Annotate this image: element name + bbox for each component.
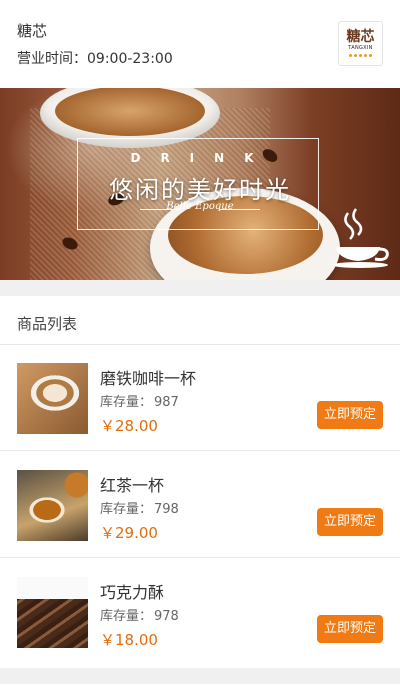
banner-slogan: 悠闲的美好时光 <box>109 176 291 204</box>
product-image-latte <box>17 363 88 434</box>
product-price: ￥28.00 <box>100 417 158 435</box>
hours-value: 09:00-23:00 <box>87 51 173 67</box>
product-price: ￥18.00 <box>100 631 158 649</box>
divider <box>0 557 400 558</box>
coffee-cup-icon <box>332 208 389 268</box>
reserve-button[interactable]: 立即预定 <box>317 401 383 429</box>
divider <box>0 450 400 451</box>
stock-value: 978 <box>154 609 179 624</box>
product-item[interactable]: 磨铁咖啡一杯 库存量： 987 ￥28.00 立即预定 <box>0 345 400 451</box>
reserve-button[interactable]: 立即预定 <box>317 615 383 643</box>
shop-logo: 糖芯 TANGXIN <box>338 21 383 66</box>
logo-chinese-text: 糖芯 <box>346 29 375 45</box>
hours-label: 营业时间： <box>17 51 87 67</box>
next-section-peek <box>0 684 400 700</box>
product-image-chocolate-pastry <box>17 577 88 648</box>
product-list: 商品列表 磨铁咖啡一杯 库存量： 987 ￥28.00 立即预定 红茶一杯 库存量… <box>0 296 400 668</box>
reserve-button[interactable]: 立即预定 <box>317 508 383 536</box>
banner-top-coffee <box>55 88 205 136</box>
stock-value: 798 <box>154 502 179 517</box>
product-stock: 库存量： 978 <box>100 605 179 624</box>
stock-value: 987 <box>154 395 179 410</box>
promo-banner[interactable]: DRINK 悠闲的美好时光 Belle Epoque <box>0 88 400 280</box>
banner-rule-right <box>220 209 260 210</box>
product-stock: 库存量： 798 <box>100 498 179 517</box>
logo-dots <box>349 54 372 57</box>
product-name: 磨铁咖啡一杯 <box>100 369 197 388</box>
logo-english-text: TANGXIN <box>348 45 373 51</box>
product-name: 红茶一杯 <box>100 476 165 495</box>
banner-drink-text: DRINK <box>130 151 274 165</box>
stock-label: 库存量： <box>100 395 153 410</box>
shop-name: 糖芯 <box>17 22 48 40</box>
product-stock: 库存量： 987 <box>100 391 179 410</box>
product-item[interactable]: 巧克力酥 库存量： 978 ￥18.00 立即预定 <box>0 559 400 665</box>
product-price: ￥29.00 <box>100 524 158 542</box>
product-name: 巧克力酥 <box>100 583 165 602</box>
stock-label: 库存量： <box>100 502 153 517</box>
stock-label: 库存量： <box>100 609 153 624</box>
product-list-title: 商品列表 <box>17 315 78 333</box>
product-item[interactable]: 红茶一杯 库存量： 798 ￥29.00 立即预定 <box>0 452 400 558</box>
shop-header: 糖芯 营业时间：09:00-23:00 糖芯 TANGXIN <box>0 0 400 88</box>
product-image-tea <box>17 470 88 541</box>
business-hours: 营业时间：09:00-23:00 <box>17 48 173 68</box>
